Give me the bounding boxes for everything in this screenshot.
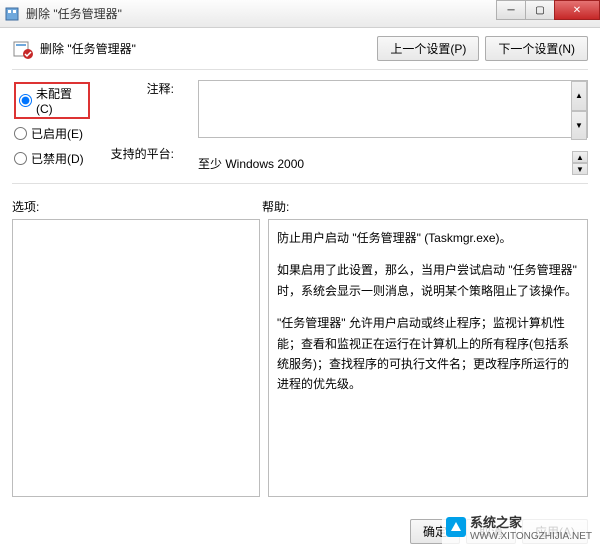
radio-column: 未配置(C) 已启用(E) 已禁用(D) [12, 80, 92, 177]
radio-not-configured-input[interactable] [19, 94, 32, 107]
radio-highlight-box: 未配置(C) [14, 82, 90, 119]
divider [12, 69, 588, 70]
close-button[interactable]: ✕ [554, 0, 600, 20]
watermark-name: 系统之家 [470, 515, 522, 530]
watermark-url: WWW.XITONGZHIJIA.NET [470, 531, 592, 542]
header-row: 删除 "任务管理器" 上一个设置(P) 下一个设置(N) [12, 36, 588, 61]
titlebar: 删除 "任务管理器" ─ ▢ ✕ [0, 0, 600, 28]
platform-value: 至少 Windows 2000 [198, 152, 572, 175]
radio-not-configured[interactable]: 未配置(C) [19, 85, 85, 116]
config-area: 未配置(C) 已启用(E) 已禁用(D) 注释: 支持的平台: ▲ ▼ [12, 80, 588, 177]
window-controls: ─ ▢ ✕ [497, 0, 600, 20]
comment-label: 注释: [110, 80, 174, 97]
options-panel [12, 219, 260, 497]
help-p2: 如果启用了此设置，那么，当用户尝试启动 "任务管理器" 时，系统会显示一则消息，… [277, 260, 579, 301]
platform-row: 至少 Windows 2000 ▲ ▼ [198, 151, 588, 175]
options-label: 选项: [12, 200, 39, 214]
label-column: 注释: 支持的平台: [110, 80, 180, 177]
radio-disabled[interactable]: 已禁用(D) [14, 150, 90, 167]
help-p1: 防止用户启动 "任务管理器" (Taskmgr.exe)。 [277, 228, 579, 248]
watermark-logo-icon [446, 517, 466, 537]
platform-spin: ▲ ▼ [572, 151, 588, 175]
comment-wrap: ▲ ▼ [198, 80, 588, 141]
policy-title: 删除 "任务管理器" [40, 40, 377, 57]
section-headers: 选项: 帮助: [12, 198, 588, 215]
radio-enabled-input[interactable] [14, 127, 27, 140]
radio-enabled-label: 已启用(E) [31, 125, 83, 142]
comment-input[interactable] [198, 80, 588, 138]
maximize-button[interactable]: ▢ [525, 0, 555, 20]
radio-disabled-label: 已禁用(D) [31, 150, 84, 167]
panels: 防止用户启动 "任务管理器" (Taskmgr.exe)。 如果启用了此设置，那… [12, 219, 588, 497]
divider-2 [12, 183, 588, 184]
comment-spin-down[interactable]: ▼ [571, 111, 587, 141]
platform-label: 支持的平台: [111, 147, 174, 161]
platform-spin-down[interactable]: ▼ [572, 163, 588, 175]
radio-enabled[interactable]: 已启用(E) [14, 125, 90, 142]
app-icon [4, 6, 20, 22]
next-setting-button[interactable]: 下一个设置(N) [485, 36, 588, 61]
input-column: ▲ ▼ 至少 Windows 2000 ▲ ▼ [198, 80, 588, 177]
minimize-button[interactable]: ─ [496, 0, 526, 20]
help-label: 帮助: [262, 200, 289, 214]
platform-spin-up[interactable]: ▲ [572, 151, 588, 163]
help-panel: 防止用户启动 "任务管理器" (Taskmgr.exe)。 如果启用了此设置，那… [268, 219, 588, 497]
radio-not-configured-label: 未配置(C) [36, 85, 85, 116]
comment-spin-up[interactable]: ▲ [571, 81, 587, 111]
comment-spin: ▲ ▼ [571, 81, 587, 140]
content-area: 删除 "任务管理器" 上一个设置(P) 下一个设置(N) 未配置(C) 已启用(… [0, 28, 600, 505]
radio-disabled-input[interactable] [14, 152, 27, 165]
help-p3: "任务管理器" 允许用户启动或终止程序；监视计算机性能；查看和监视正在运行在计算… [277, 313, 579, 395]
watermark: 系统之家 WWW.XITONGZHIJIA.NET [442, 510, 596, 544]
help-text: 防止用户启动 "任务管理器" (Taskmgr.exe)。 如果启用了此设置，那… [277, 228, 579, 395]
policy-icon [12, 38, 34, 60]
nav-buttons: 上一个设置(P) 下一个设置(N) [377, 36, 588, 61]
prev-setting-button[interactable]: 上一个设置(P) [377, 36, 479, 61]
